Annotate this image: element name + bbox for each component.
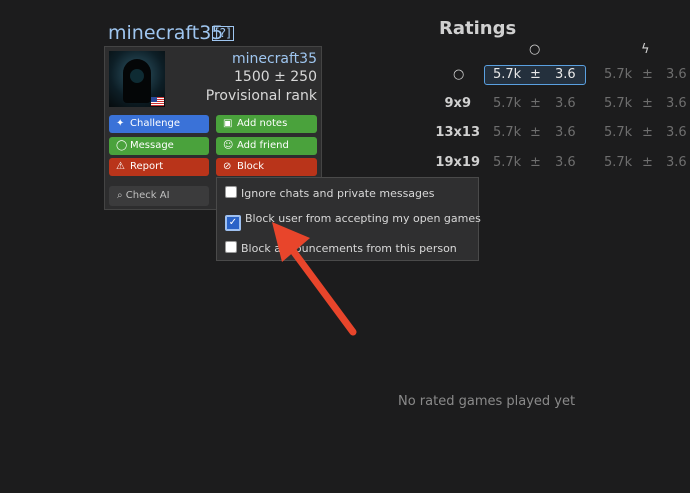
- overall-row-icon: ○: [453, 67, 465, 82]
- report-button[interactable]: ⚠ Report: [109, 158, 209, 176]
- rating-value: 5.7k: [604, 96, 633, 111]
- plus-minus: ±: [642, 125, 653, 140]
- ignore-chats-checkbox[interactable]: [225, 186, 237, 198]
- row-label-19x19: 19x19: [435, 155, 480, 170]
- row-label-9x9: 9x9: [444, 96, 471, 111]
- rating-deviation: 3.6: [666, 67, 687, 82]
- search-icon: ⌕: [117, 190, 123, 201]
- card-username[interactable]: minecraft35: [232, 51, 317, 67]
- blitz-lightning-icon: ϟ: [641, 42, 650, 57]
- add-friend-button[interactable]: ☺ Add friend: [216, 137, 317, 155]
- warning-icon: ⚠: [116, 161, 125, 172]
- ignore-chats-option[interactable]: Ignore chats and private messages: [225, 186, 435, 200]
- rating-value: 5.7k: [493, 125, 522, 140]
- notes-icon: ▣: [223, 118, 233, 129]
- profile-username: minecraft35: [108, 22, 224, 44]
- ratings-title: Ratings: [439, 18, 517, 39]
- plus-minus: ±: [642, 96, 653, 111]
- overall-speed-icon: ○: [529, 42, 541, 57]
- challenge-button[interactable]: ✦ Challenge: [109, 115, 209, 133]
- card-rating: 1500 ± 250: [234, 69, 317, 85]
- block-button[interactable]: ⊘ Block: [216, 158, 317, 176]
- plus-minus: ±: [530, 155, 541, 170]
- rating-value: 5.7k: [493, 155, 522, 170]
- card-rank: Provisional rank: [205, 88, 317, 104]
- plus-minus: ±: [642, 67, 653, 82]
- no-games-message: No rated games played yet: [398, 394, 576, 409]
- block-icon: ⊘: [223, 161, 232, 172]
- annotation-arrow-icon: [272, 222, 357, 336]
- row-label-13x13: 13x13: [435, 125, 480, 140]
- check-ai-button[interactable]: ⌕ Check AI: [109, 186, 209, 206]
- rating-value: 5.7k: [604, 125, 633, 140]
- rating-deviation: 3.6: [666, 96, 687, 111]
- plus-minus: ±: [530, 125, 541, 140]
- block-open-games-checkbox[interactable]: ✓: [225, 215, 241, 231]
- rating-value: 5.7k: [604, 67, 633, 82]
- chat-bubble-icon: ◯: [116, 140, 128, 151]
- rating-deviation: 3.6: [555, 67, 576, 82]
- plus-minus: ±: [530, 96, 541, 111]
- rating-deviation: 3.6: [555, 155, 576, 170]
- plus-minus: ±: [642, 155, 653, 170]
- challenge-icon: ✦: [116, 118, 125, 129]
- smile-icon: ☺: [223, 140, 234, 151]
- plus-minus: ±: [530, 67, 541, 82]
- rating-value: 5.7k: [604, 155, 633, 170]
- rating-value: 5.7k: [493, 96, 522, 111]
- rating-deviation: 3.6: [555, 96, 576, 111]
- message-button[interactable]: ◯ Message: [109, 137, 209, 155]
- rating-deviation: 3.6: [666, 125, 687, 140]
- help-link[interactable]: [?]: [212, 26, 234, 41]
- rating-value: 5.7k: [493, 67, 522, 82]
- add-notes-button[interactable]: ▣ Add notes: [216, 115, 317, 133]
- block-announcements-checkbox[interactable]: [225, 241, 237, 253]
- rating-deviation: 3.6: [666, 155, 687, 170]
- rating-deviation: 3.6: [555, 125, 576, 140]
- us-flag-icon: [151, 97, 164, 106]
